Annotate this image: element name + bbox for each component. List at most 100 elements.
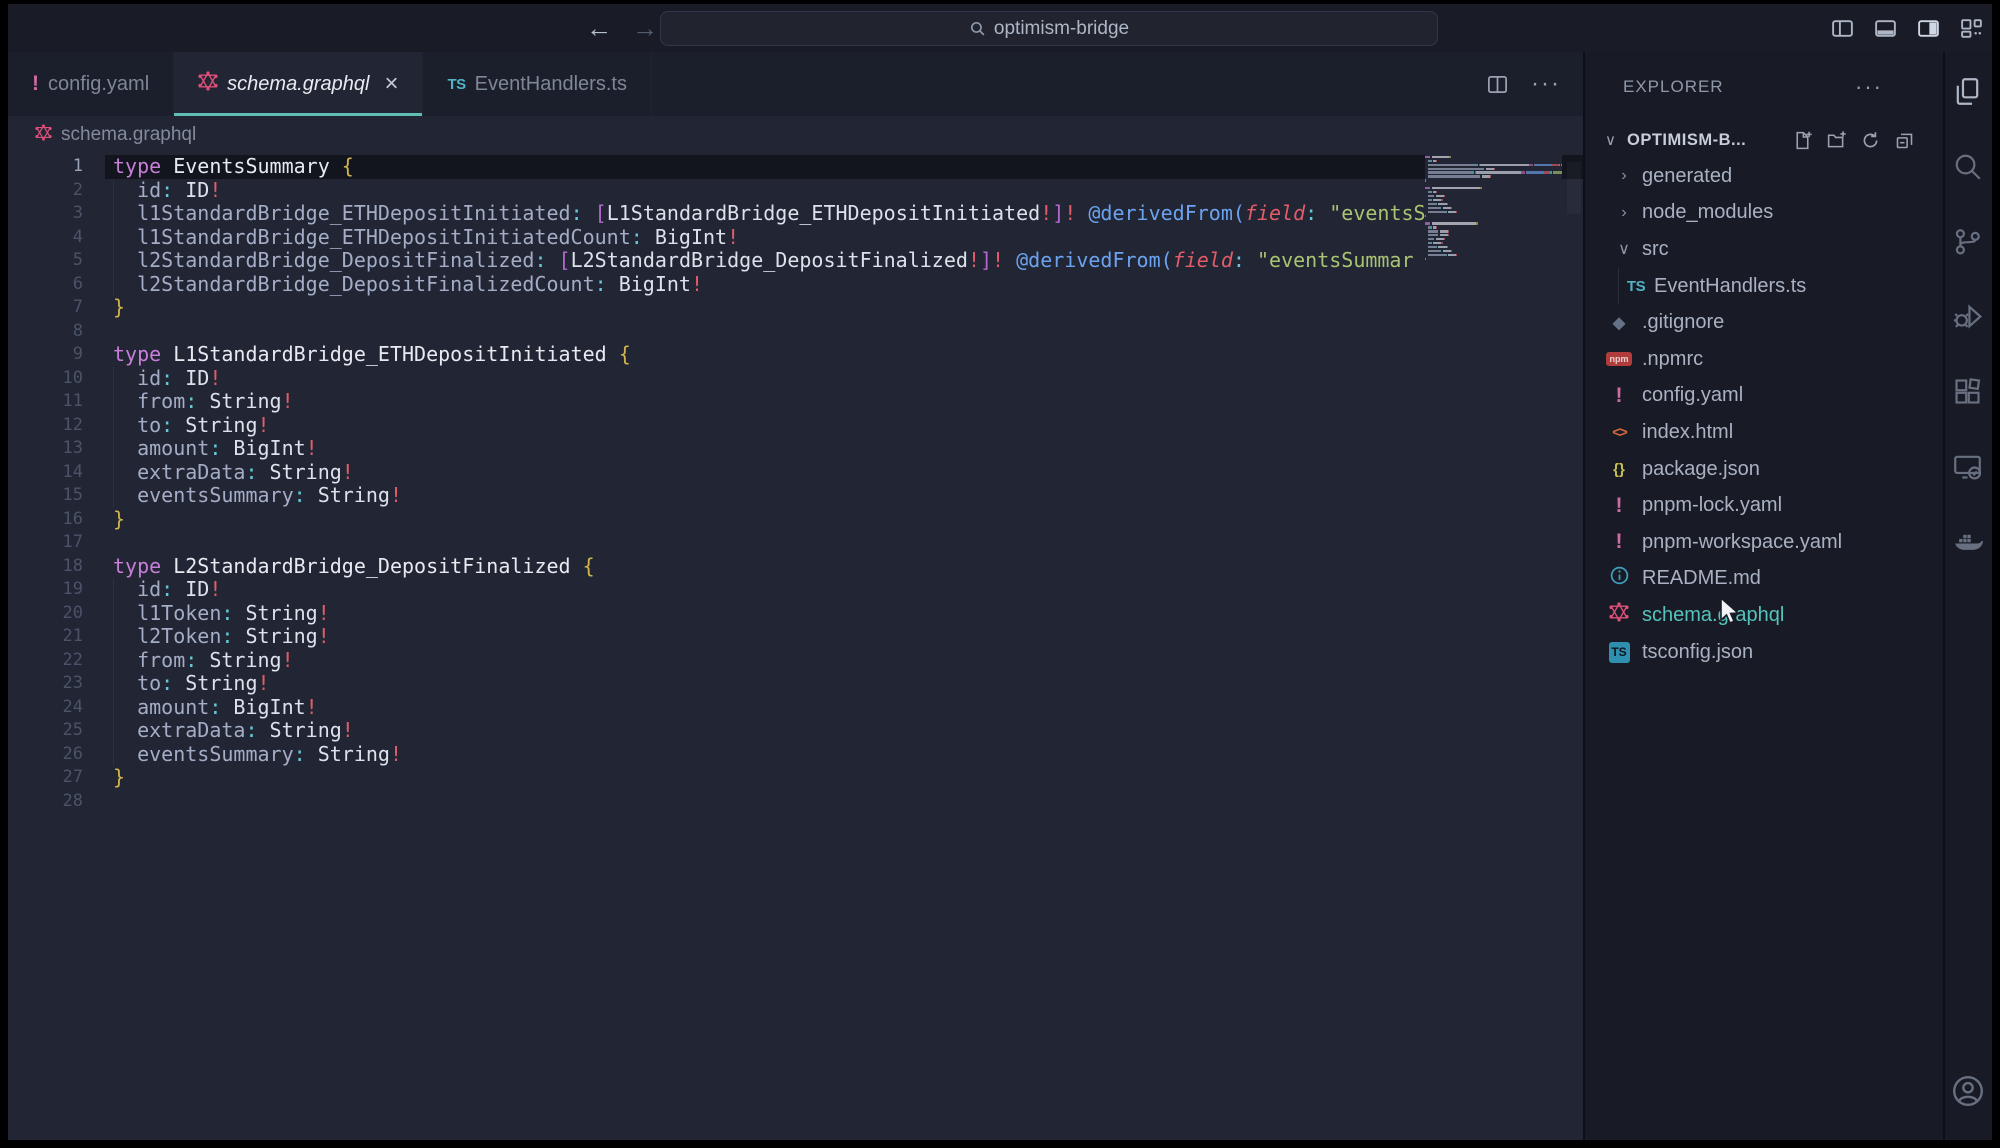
tree-file-tsconfig.json[interactable]: TStsconfig.json bbox=[1585, 634, 1943, 671]
code-line[interactable]: extraData: String! bbox=[105, 461, 1583, 485]
tree-file-.gitignore[interactable]: ◆ .gitignore bbox=[1585, 304, 1943, 341]
tree-file-EventHandlers.ts[interactable]: TSEventHandlers.ts bbox=[1585, 268, 1943, 305]
workspace-section-header[interactable]: ∨ OPTIMISM-B... bbox=[1585, 122, 1943, 158]
close-icon[interactable]: × bbox=[384, 72, 398, 96]
tree-file-pnpm-workspace.yaml[interactable]: !pnpm-workspace.yaml bbox=[1585, 524, 1943, 561]
tree-folder-node_modules[interactable]: ›node_modules bbox=[1585, 195, 1943, 232]
code-line[interactable]: from: String! bbox=[105, 649, 1583, 673]
refresh-icon[interactable] bbox=[1860, 130, 1881, 151]
layout-controls bbox=[1830, 4, 1984, 52]
toggle-sidebar-right-icon[interactable] bbox=[1916, 16, 1941, 41]
code-line[interactable]: from: String! bbox=[105, 390, 1583, 414]
new-folder-icon[interactable] bbox=[1826, 130, 1847, 151]
code-line[interactable]: amount: BigInt! bbox=[105, 437, 1583, 461]
code-line[interactable]: extraData: String! bbox=[105, 719, 1583, 743]
gutter: 1234567891011121314151617181920212223242… bbox=[8, 155, 105, 813]
code-line[interactable]: to: String! bbox=[105, 414, 1583, 438]
tree-file-config.yaml[interactable]: !config.yaml bbox=[1585, 378, 1943, 415]
tree-folder-generated[interactable]: ›generated bbox=[1585, 158, 1943, 195]
line-number: 27 bbox=[8, 766, 105, 790]
tsconfig-icon: TS bbox=[1609, 642, 1630, 663]
code-line[interactable]: l2StandardBridge_DepositFinalized: [L2St… bbox=[105, 249, 1583, 273]
code-line[interactable]: l2Token: String! bbox=[105, 625, 1583, 649]
line-number: 16 bbox=[8, 508, 105, 532]
code-line[interactable]: } bbox=[105, 766, 1583, 790]
line-number: 28 bbox=[8, 790, 105, 814]
tab-EventHandlers.ts[interactable]: TSEventHandlers.ts bbox=[423, 52, 651, 116]
code-line[interactable]: l1Token: String! bbox=[105, 602, 1583, 626]
command-center-search[interactable]: optimism-bridge bbox=[660, 11, 1438, 46]
tree-file-.npmrc[interactable]: npm.npmrc bbox=[1585, 341, 1943, 378]
tree-file-schema.graphql[interactable]: schema.graphql bbox=[1585, 597, 1943, 634]
debug-icon[interactable] bbox=[1951, 299, 1985, 333]
indent-guide bbox=[113, 578, 114, 766]
minimap[interactable] bbox=[1425, 155, 1562, 265]
code-line[interactable]: } bbox=[105, 508, 1583, 532]
extensions-icon[interactable] bbox=[1951, 374, 1985, 408]
customize-layout-icon[interactable] bbox=[1959, 16, 1984, 41]
tab-config.yaml[interactable]: !config.yaml bbox=[8, 52, 174, 116]
code-editor[interactable]: 1234567891011121314151617181920212223242… bbox=[8, 154, 1583, 1140]
line-number: 23 bbox=[8, 672, 105, 696]
remote-icon[interactable] bbox=[1951, 449, 1985, 483]
code-line[interactable]: id: ID! bbox=[105, 367, 1583, 391]
code-line[interactable] bbox=[105, 531, 1583, 555]
line-number: 12 bbox=[8, 414, 105, 438]
tree-file-README.md[interactable]: README.md bbox=[1585, 561, 1943, 598]
code-line[interactable]: type L1StandardBridge_ETHDepositInitiate… bbox=[105, 343, 1583, 367]
code-line[interactable] bbox=[105, 790, 1583, 814]
explorer-header: EXPLORER ··· bbox=[1585, 52, 1943, 122]
breadcrumb[interactable]: schema.graphql bbox=[8, 116, 1583, 154]
code-line[interactable]: } bbox=[105, 296, 1583, 320]
scrollbar[interactable] bbox=[1567, 162, 1581, 214]
search-value: optimism-bridge bbox=[994, 18, 1129, 40]
line-number: 10 bbox=[8, 367, 105, 391]
graphql-icon bbox=[1609, 602, 1629, 628]
tree-file-index.html[interactable]: <>index.html bbox=[1585, 414, 1943, 451]
collapse-folders-icon[interactable] bbox=[1894, 130, 1915, 151]
search-icon[interactable] bbox=[1951, 149, 1985, 183]
tree-indent-guide bbox=[1618, 268, 1619, 305]
tree-item-label: package.json bbox=[1642, 458, 1760, 481]
readme-info-icon bbox=[1609, 565, 1630, 592]
nav-back-icon[interactable]: ← bbox=[586, 4, 612, 52]
code-line[interactable]: id: ID! bbox=[105, 179, 1583, 203]
title-bar: ← → optimism-bridge bbox=[8, 4, 1992, 52]
new-file-icon[interactable] bbox=[1792, 130, 1813, 151]
json-icon: {} bbox=[1613, 461, 1625, 478]
nav-forward-icon[interactable]: → bbox=[632, 4, 658, 52]
chevron-right-icon: › bbox=[1617, 204, 1631, 222]
code-line[interactable]: eventsSummary: String! bbox=[105, 484, 1583, 508]
code-line[interactable]: amount: BigInt! bbox=[105, 696, 1583, 720]
toggle-sidebar-left-icon[interactable] bbox=[1830, 16, 1855, 41]
code-line[interactable]: eventsSummary: String! bbox=[105, 743, 1583, 767]
split-editor-icon[interactable] bbox=[1486, 73, 1509, 96]
line-number: 22 bbox=[8, 649, 105, 673]
source-control-icon[interactable] bbox=[1951, 224, 1985, 258]
tab-schema.graphql[interactable]: schema.graphql × bbox=[174, 52, 423, 116]
code-line[interactable]: l2StandardBridge_DepositFinalizedCount: … bbox=[105, 273, 1583, 297]
code-line[interactable]: l1StandardBridge_ETHDepositInitiated: [L… bbox=[105, 202, 1583, 226]
code-line[interactable]: type L2StandardBridge_DepositFinalized { bbox=[105, 555, 1583, 579]
tree-item-label: generated bbox=[1642, 165, 1732, 188]
files-icon[interactable] bbox=[1951, 74, 1985, 108]
toggle-panel-icon[interactable] bbox=[1873, 16, 1898, 41]
gitignore-icon: ◆ bbox=[1613, 313, 1625, 333]
tree-item-label: .gitignore bbox=[1642, 311, 1724, 334]
tab-label: schema.graphql bbox=[227, 73, 369, 96]
tree-file-pnpm-lock.yaml[interactable]: !pnpm-lock.yaml bbox=[1585, 487, 1943, 524]
tree-folder-src[interactable]: ∨src bbox=[1585, 231, 1943, 268]
code-line[interactable] bbox=[105, 320, 1583, 344]
tree-file-package.json[interactable]: {} package.json bbox=[1585, 451, 1943, 488]
code-line[interactable]: to: String! bbox=[105, 672, 1583, 696]
tree-item-label: pnpm-lock.yaml bbox=[1642, 494, 1782, 517]
code-line[interactable]: id: ID! bbox=[105, 578, 1583, 602]
code-line[interactable]: type EventsSummary { bbox=[105, 155, 1583, 179]
docker-icon[interactable] bbox=[1951, 524, 1985, 558]
tree-item-label: README.md bbox=[1642, 567, 1761, 590]
account-icon[interactable] bbox=[1950, 1073, 1986, 1114]
code-line[interactable]: l1StandardBridge_ETHDepositInitiatedCoun… bbox=[105, 226, 1583, 250]
explorer-more-actions-icon[interactable]: ··· bbox=[1855, 74, 1883, 100]
editor-more-actions-icon[interactable]: ··· bbox=[1531, 70, 1561, 98]
line-number: 1 bbox=[8, 155, 105, 179]
